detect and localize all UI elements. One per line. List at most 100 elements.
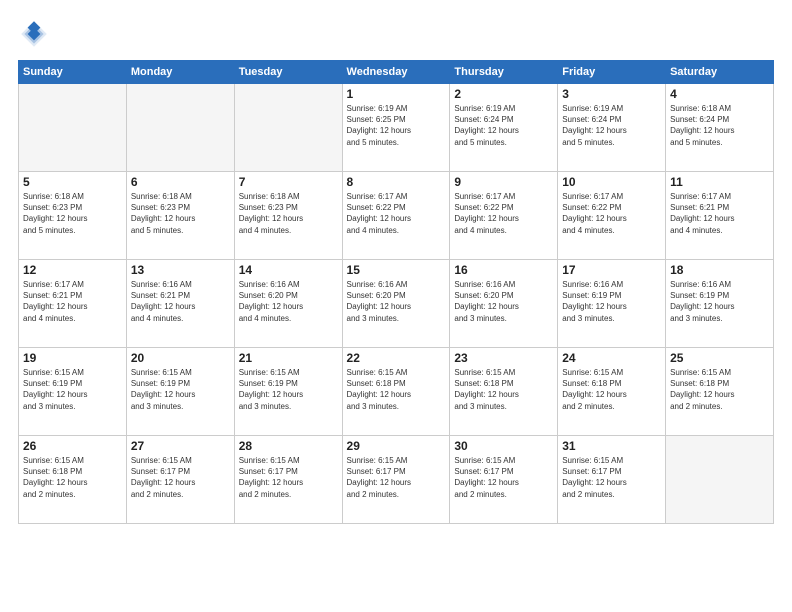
day-number: 5 — [23, 175, 122, 189]
day-number: 21 — [239, 351, 338, 365]
day-cell-13: 13 Sunrise: 6:16 AMSunset: 6:21 PMDayligh… — [126, 260, 234, 348]
day-info: Sunrise: 6:16 AMSunset: 6:21 PMDaylight:… — [131, 279, 230, 324]
day-cell-2: 2 Sunrise: 6:19 AMSunset: 6:24 PMDaylight… — [450, 84, 558, 172]
header — [18, 18, 774, 50]
week-row-2: 5 Sunrise: 6:18 AMSunset: 6:23 PMDaylight… — [19, 172, 774, 260]
day-number: 2 — [454, 87, 553, 101]
day-info: Sunrise: 6:17 AMSunset: 6:21 PMDaylight:… — [23, 279, 122, 324]
day-number: 3 — [562, 87, 661, 101]
day-number: 15 — [347, 263, 446, 277]
day-cell-26: 26 Sunrise: 6:15 AMSunset: 6:18 PMDayligh… — [19, 436, 127, 524]
day-cell-20: 20 Sunrise: 6:15 AMSunset: 6:19 PMDayligh… — [126, 348, 234, 436]
day-info: Sunrise: 6:18 AMSunset: 6:23 PMDaylight:… — [23, 191, 122, 236]
day-cell-10: 10Sunrise: 6:17 AMSunset: 6:22 PMDayligh… — [558, 172, 666, 260]
day-cell-16: 16Sunrise: 6:16 AMSunset: 6:20 PMDayligh… — [450, 260, 558, 348]
day-cell-23: 23Sunrise: 6:15 AMSunset: 6:18 PMDayligh… — [450, 348, 558, 436]
day-cell-11: 11 Sunrise: 6:17 AMSunset: 6:21 PMDayligh… — [666, 172, 774, 260]
day-cell-30: 30Sunrise: 6:15 AMSunset: 6:17 PMDayligh… — [450, 436, 558, 524]
day-cell-6: 6 Sunrise: 6:18 AMSunset: 6:23 PMDaylight… — [126, 172, 234, 260]
day-info: Sunrise: 6:15 AMSunset: 6:18 PMDaylight:… — [23, 455, 122, 500]
weekday-header-saturday: Saturday — [666, 61, 774, 84]
day-info: Sunrise: 6:17 AMSunset: 6:22 PMDaylight:… — [562, 191, 661, 236]
day-cell-12: 12 Sunrise: 6:17 AMSunset: 6:21 PMDayligh… — [19, 260, 127, 348]
day-info: Sunrise: 6:15 AMSunset: 6:18 PMDaylight:… — [347, 367, 446, 412]
day-info: Sunrise: 6:15 AMSunset: 6:19 PMDaylight:… — [239, 367, 338, 412]
day-number: 31 — [562, 439, 661, 453]
day-cell-19: 19 Sunrise: 6:15 AMSunset: 6:19 PMDayligh… — [19, 348, 127, 436]
day-number: 4 — [670, 87, 769, 101]
day-cell-24: 24 Sunrise: 6:15 AMSunset: 6:18 PMDayligh… — [558, 348, 666, 436]
day-info: Sunrise: 6:15 AMSunset: 6:19 PMDaylight:… — [23, 367, 122, 412]
day-number: 25 — [670, 351, 769, 365]
day-cell-7: 7 Sunrise: 6:18 AMSunset: 6:23 PMDaylight… — [234, 172, 342, 260]
day-number: 24 — [562, 351, 661, 365]
day-cell-17: 17Sunrise: 6:16 AMSunset: 6:19 PMDayligh… — [558, 260, 666, 348]
weekday-header-tuesday: Tuesday — [234, 61, 342, 84]
day-number: 16 — [454, 263, 553, 277]
day-number: 20 — [131, 351, 230, 365]
day-number: 23 — [454, 351, 553, 365]
day-info: Sunrise: 6:16 AMSunset: 6:20 PMDaylight:… — [239, 279, 338, 324]
day-info: Sunrise: 6:17 AMSunset: 6:22 PMDaylight:… — [454, 191, 553, 236]
day-cell-empty — [19, 84, 127, 172]
day-cell-14: 14 Sunrise: 6:16 AMSunset: 6:20 PMDayligh… — [234, 260, 342, 348]
day-cell-27: 27 Sunrise: 6:15 AMSunset: 6:17 PMDayligh… — [126, 436, 234, 524]
day-info: Sunrise: 6:15 AMSunset: 6:18 PMDaylight:… — [562, 367, 661, 412]
day-info: Sunrise: 6:16 AMSunset: 6:19 PMDaylight:… — [562, 279, 661, 324]
day-info: Sunrise: 6:15 AMSunset: 6:17 PMDaylight:… — [131, 455, 230, 500]
day-number: 30 — [454, 439, 553, 453]
day-cell-empty — [666, 436, 774, 524]
day-number: 8 — [347, 175, 446, 189]
day-number: 26 — [23, 439, 122, 453]
day-cell-29: 29 Sunrise: 6:15 AMSunset: 6:17 PMDayligh… — [342, 436, 450, 524]
day-info: Sunrise: 6:16 AMSunset: 6:19 PMDaylight:… — [670, 279, 769, 324]
day-cell-21: 21 Sunrise: 6:15 AMSunset: 6:19 PMDayligh… — [234, 348, 342, 436]
weekday-header-monday: Monday — [126, 61, 234, 84]
day-number: 13 — [131, 263, 230, 277]
day-number: 11 — [670, 175, 769, 189]
day-cell-empty — [234, 84, 342, 172]
weekday-header-row: SundayMondayTuesdayWednesdayThursdayFrid… — [19, 61, 774, 84]
day-cell-31: 31 Sunrise: 6:15 AMSunset: 6:17 PMDayligh… — [558, 436, 666, 524]
calendar: SundayMondayTuesdayWednesdayThursdayFrid… — [18, 60, 774, 524]
weekday-header-sunday: Sunday — [19, 61, 127, 84]
day-info: Sunrise: 6:15 AMSunset: 6:18 PMDaylight:… — [670, 367, 769, 412]
day-info: Sunrise: 6:15 AMSunset: 6:17 PMDaylight:… — [562, 455, 661, 500]
day-cell-28: 28Sunrise: 6:15 AMSunset: 6:17 PMDayligh… — [234, 436, 342, 524]
day-cell-4: 4 Sunrise: 6:18 AMSunset: 6:24 PMDaylight… — [666, 84, 774, 172]
day-info: Sunrise: 6:17 AMSunset: 6:21 PMDaylight:… — [670, 191, 769, 236]
day-number: 14 — [239, 263, 338, 277]
day-number: 9 — [454, 175, 553, 189]
day-cell-22: 22Sunrise: 6:15 AMSunset: 6:18 PMDayligh… — [342, 348, 450, 436]
day-number: 19 — [23, 351, 122, 365]
day-number: 1 — [347, 87, 446, 101]
day-number: 7 — [239, 175, 338, 189]
day-info: Sunrise: 6:18 AMSunset: 6:24 PMDaylight:… — [670, 103, 769, 148]
day-info: Sunrise: 6:18 AMSunset: 6:23 PMDaylight:… — [131, 191, 230, 236]
logo-icon — [18, 18, 50, 50]
day-info: Sunrise: 6:15 AMSunset: 6:17 PMDaylight:… — [239, 455, 338, 500]
day-cell-empty — [126, 84, 234, 172]
day-cell-15: 15 Sunrise: 6:16 AMSunset: 6:20 PMDayligh… — [342, 260, 450, 348]
day-info: Sunrise: 6:19 AMSunset: 6:24 PMDaylight:… — [562, 103, 661, 148]
day-number: 12 — [23, 263, 122, 277]
day-info: Sunrise: 6:15 AMSunset: 6:19 PMDaylight:… — [131, 367, 230, 412]
day-info: Sunrise: 6:18 AMSunset: 6:23 PMDaylight:… — [239, 191, 338, 236]
day-cell-9: 9 Sunrise: 6:17 AMSunset: 6:22 PMDaylight… — [450, 172, 558, 260]
day-number: 6 — [131, 175, 230, 189]
day-number: 18 — [670, 263, 769, 277]
day-cell-5: 5 Sunrise: 6:18 AMSunset: 6:23 PMDaylight… — [19, 172, 127, 260]
day-info: Sunrise: 6:15 AMSunset: 6:17 PMDaylight:… — [347, 455, 446, 500]
day-info: Sunrise: 6:19 AMSunset: 6:24 PMDaylight:… — [454, 103, 553, 148]
day-number: 27 — [131, 439, 230, 453]
day-number: 29 — [347, 439, 446, 453]
week-row-1: 1 Sunrise: 6:19 AMSunset: 6:25 PMDaylight… — [19, 84, 774, 172]
week-row-5: 26 Sunrise: 6:15 AMSunset: 6:18 PMDayligh… — [19, 436, 774, 524]
day-info: Sunrise: 6:17 AMSunset: 6:22 PMDaylight:… — [347, 191, 446, 236]
day-info: Sunrise: 6:19 AMSunset: 6:25 PMDaylight:… — [347, 103, 446, 148]
day-cell-3: 3 Sunrise: 6:19 AMSunset: 6:24 PMDaylight… — [558, 84, 666, 172]
weekday-header-friday: Friday — [558, 61, 666, 84]
weekday-header-wednesday: Wednesday — [342, 61, 450, 84]
day-info: Sunrise: 6:16 AMSunset: 6:20 PMDaylight:… — [347, 279, 446, 324]
page: SundayMondayTuesdayWednesdayThursdayFrid… — [0, 0, 792, 612]
